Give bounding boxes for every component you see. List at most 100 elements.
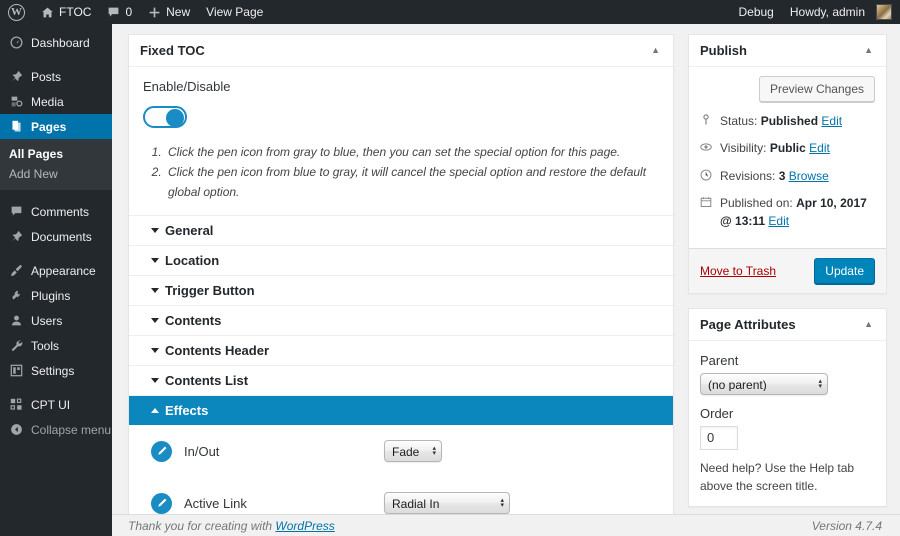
sidebar-label: Pages [31,120,66,134]
accordion-label: Location [165,253,219,268]
footer-thanks-text: Thank you for creating with [128,519,275,533]
chevron-down-icon [151,318,159,323]
help-text: Need help? Use the Help tab above the sc… [700,459,875,495]
sidebar-item-posts[interactable]: Posts [0,64,112,89]
chevron-up-icon[interactable]: ▲ [862,318,875,331]
sidebar-item-add-new[interactable]: Add New [0,164,112,184]
accordion-section-contents-header[interactable]: Contents Header [129,335,673,365]
sidebar-separator [0,55,112,64]
update-button[interactable]: Update [814,258,875,284]
clock-icon [700,169,714,186]
sidebar-item-users[interactable]: Users [0,308,112,333]
visibility-row: Visibility: Public Edit [700,140,875,158]
chevron-up-icon[interactable]: ▲ [649,44,662,57]
sidebar-item-tools[interactable]: Tools [0,333,112,358]
sidebar-item-dashboard[interactable]: Dashboard [0,30,112,55]
cptui-icon [9,398,24,411]
debug-menu[interactable]: Debug [730,0,781,24]
parent-label: Parent [700,353,875,368]
toggle-knob [166,109,184,127]
pin-icon [9,230,24,243]
sidebar-label: Comments [31,205,89,219]
sidebar-separator [0,249,112,258]
my-account-menu[interactable]: Howdy, admin [782,0,900,24]
publish-header[interactable]: Publish ▲ [689,35,886,67]
page-attributes-body: Parent (no parent) Order Need help? Use … [689,341,886,506]
settings-icon [9,364,24,377]
media-icon [9,95,24,108]
comments-bubble[interactable]: 0 [99,0,140,24]
chevron-up-icon[interactable]: ▲ [862,44,875,57]
accordion-section-general[interactable]: General [129,215,673,245]
order-input[interactable] [700,426,738,450]
list-item: Click the pen icon from blue to gray, it… [165,163,659,203]
enable-disable-toggle[interactable] [143,106,187,128]
sidebar-label: Settings [31,364,74,378]
active-link-select[interactable]: Radial In [384,492,510,514]
revisions-count: 3 [779,169,786,183]
in-out-select[interactable]: Fade [384,440,442,462]
sidebar-item-plugins[interactable]: Plugins [0,283,112,308]
parent-select[interactable]: (no parent) [700,373,828,395]
revisions-text: Revisions: 3 Browse [720,168,829,185]
accordion-section-effects[interactable]: Effects [129,395,673,425]
sidebar-item-comments[interactable]: Comments [0,199,112,224]
published-on-label: Published on: [720,196,793,210]
published-on-row: Published on: Apr 10, 2017 @ 13:11 Edit [700,195,875,230]
publish-misc-actions: Status: Published Edit Visibility: [689,111,886,248]
sidebar-item-appearance[interactable]: Appearance [0,258,112,283]
accordion-label: Contents List [165,373,248,388]
pages-icon [9,120,24,133]
move-to-trash-link[interactable]: Move to Trash [700,264,776,278]
comment-count: 0 [125,5,132,19]
edit-status-link[interactable]: Edit [821,114,842,128]
home-icon [41,6,54,19]
page-attributes-header[interactable]: Page Attributes ▲ [689,309,886,341]
new-content-menu[interactable]: New [140,0,198,24]
edit-published-link[interactable]: Edit [768,214,789,228]
eye-icon [700,141,714,158]
wp-logo-menu[interactable]: W [0,0,33,24]
status-text: Status: Published Edit [720,113,842,130]
pen-icon[interactable] [151,493,172,514]
edit-visibility-link[interactable]: Edit [809,141,830,155]
pen-icon[interactable] [151,441,172,462]
accordion-section-contents-list[interactable]: Contents List [129,365,673,395]
wordpress-link[interactable]: WordPress [275,519,334,533]
collapse-menu-label: Collapse menu [31,423,111,437]
accordion-label: Contents Header [165,343,269,358]
sidebar-item-media[interactable]: Media [0,89,112,114]
sidebar-item-documents[interactable]: Documents [0,224,112,249]
sidebar-item-cpt-ui[interactable]: CPT UI [0,392,112,417]
preview-changes-button[interactable]: Preview Changes [759,76,875,102]
revisions-row: Revisions: 3 Browse [700,168,875,186]
sidebar-item-all-pages[interactable]: All Pages [0,144,112,164]
collapse-menu-button[interactable]: Collapse menu [0,417,112,442]
accordion-section-trigger-button[interactable]: Trigger Button [129,275,673,305]
accordion-label: Contents [165,313,221,328]
page-title: Fixed TOC [140,43,205,58]
browse-revisions-link[interactable]: Browse [789,169,829,183]
sidebar-item-settings[interactable]: Settings [0,358,112,383]
site-name-menu[interactable]: FTOC [33,0,99,24]
visibility-text: Visibility: Public Edit [720,140,830,157]
sidebar-item-pages[interactable]: Pages [0,114,112,139]
calendar-icon [700,196,714,213]
accordion-section-contents[interactable]: Contents [129,305,673,335]
sidebar-label: Documents [31,230,92,244]
pin-icon [700,114,714,131]
accordion-section-location[interactable]: Location [129,245,673,275]
sidebar-label: Appearance [31,264,96,278]
content-area: Fixed TOC ▲ Enable/Disable Click the pen… [112,24,900,536]
view-page-link[interactable]: View Page [198,0,271,24]
main-column: Fixed TOC ▲ Enable/Disable Click the pen… [128,34,674,536]
sidebar-label: Posts [31,70,61,84]
fixed-toc-header[interactable]: Fixed TOC ▲ [129,35,673,67]
sidebar-label: Plugins [31,289,70,303]
instructions-list: Click the pen icon from gray to blue, th… [143,143,659,202]
pages-submenu: All Pages Add New [0,139,112,190]
revisions-label: Revisions: [720,169,775,183]
active-link-select-wrap: Radial In [384,492,510,514]
status-value: Published [761,114,818,128]
avatar [876,4,892,20]
